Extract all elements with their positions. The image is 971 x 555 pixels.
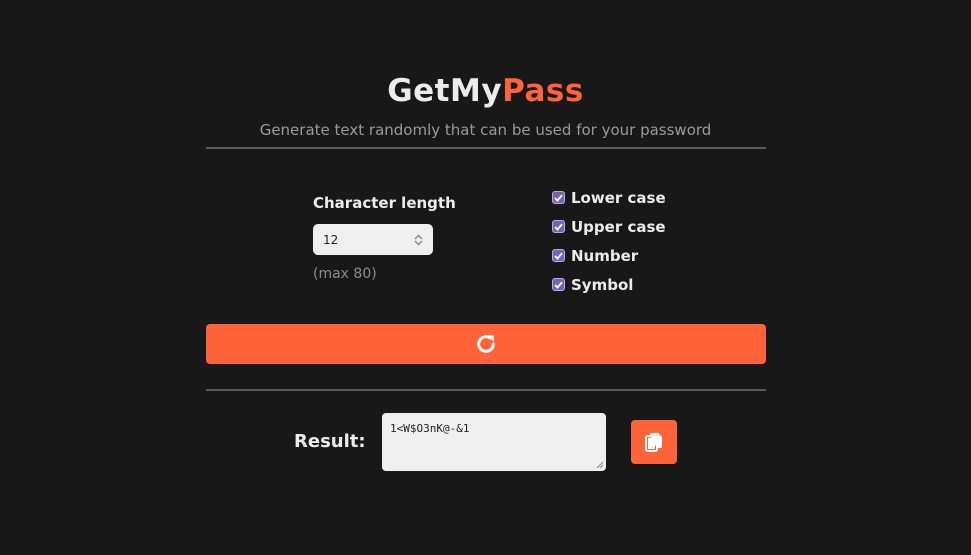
app-title: GetMyPass: [0, 72, 971, 110]
copy-icon: [645, 433, 662, 452]
character-options: Lower case Upper case Number Symbol: [552, 183, 666, 299]
app-title-part2: Pass: [502, 73, 584, 109]
refresh-icon: [477, 335, 495, 353]
result-value: 1<W$O3nK@-&1: [390, 422, 470, 435]
upper-case-checkbox[interactable]: [552, 220, 565, 233]
checkmark-icon: [554, 194, 563, 202]
character-length-input[interactable]: 12: [313, 224, 433, 255]
number-label: Number: [571, 246, 639, 265]
option-lower-case[interactable]: Lower case: [552, 183, 666, 212]
divider-top: [206, 147, 766, 149]
copy-button[interactable]: [631, 420, 677, 464]
spinner-down-icon[interactable]: [414, 240, 423, 246]
upper-case-label: Upper case: [571, 217, 666, 236]
password-generator-page: GetMyPass Generate text randomly that ca…: [0, 0, 971, 555]
symbol-checkbox[interactable]: [552, 278, 565, 291]
checkmark-icon: [554, 281, 563, 289]
number-spinner[interactable]: [414, 234, 423, 246]
result-textarea[interactable]: 1<W$O3nK@-&1: [382, 413, 606, 471]
generate-button[interactable]: [206, 324, 766, 364]
option-symbol[interactable]: Symbol: [552, 270, 666, 299]
resize-grip-icon[interactable]: [596, 461, 604, 469]
app-title-part1: GetMy: [387, 73, 503, 109]
option-upper-case[interactable]: Upper case: [552, 212, 666, 241]
app-subtitle: Generate text randomly that can be used …: [259, 121, 712, 139]
divider-bottom: [206, 389, 766, 391]
lower-case-label: Lower case: [571, 188, 666, 207]
number-checkbox[interactable]: [552, 249, 565, 262]
max-length-note: (max 80): [313, 266, 377, 282]
checkmark-icon: [554, 223, 563, 231]
symbol-label: Symbol: [571, 275, 634, 294]
result-label: Result:: [294, 431, 366, 452]
option-number[interactable]: Number: [552, 241, 666, 270]
character-length-value: 12: [323, 232, 339, 247]
lower-case-checkbox[interactable]: [552, 191, 565, 204]
checkmark-icon: [554, 252, 563, 260]
character-length-label: Character length: [313, 194, 456, 212]
